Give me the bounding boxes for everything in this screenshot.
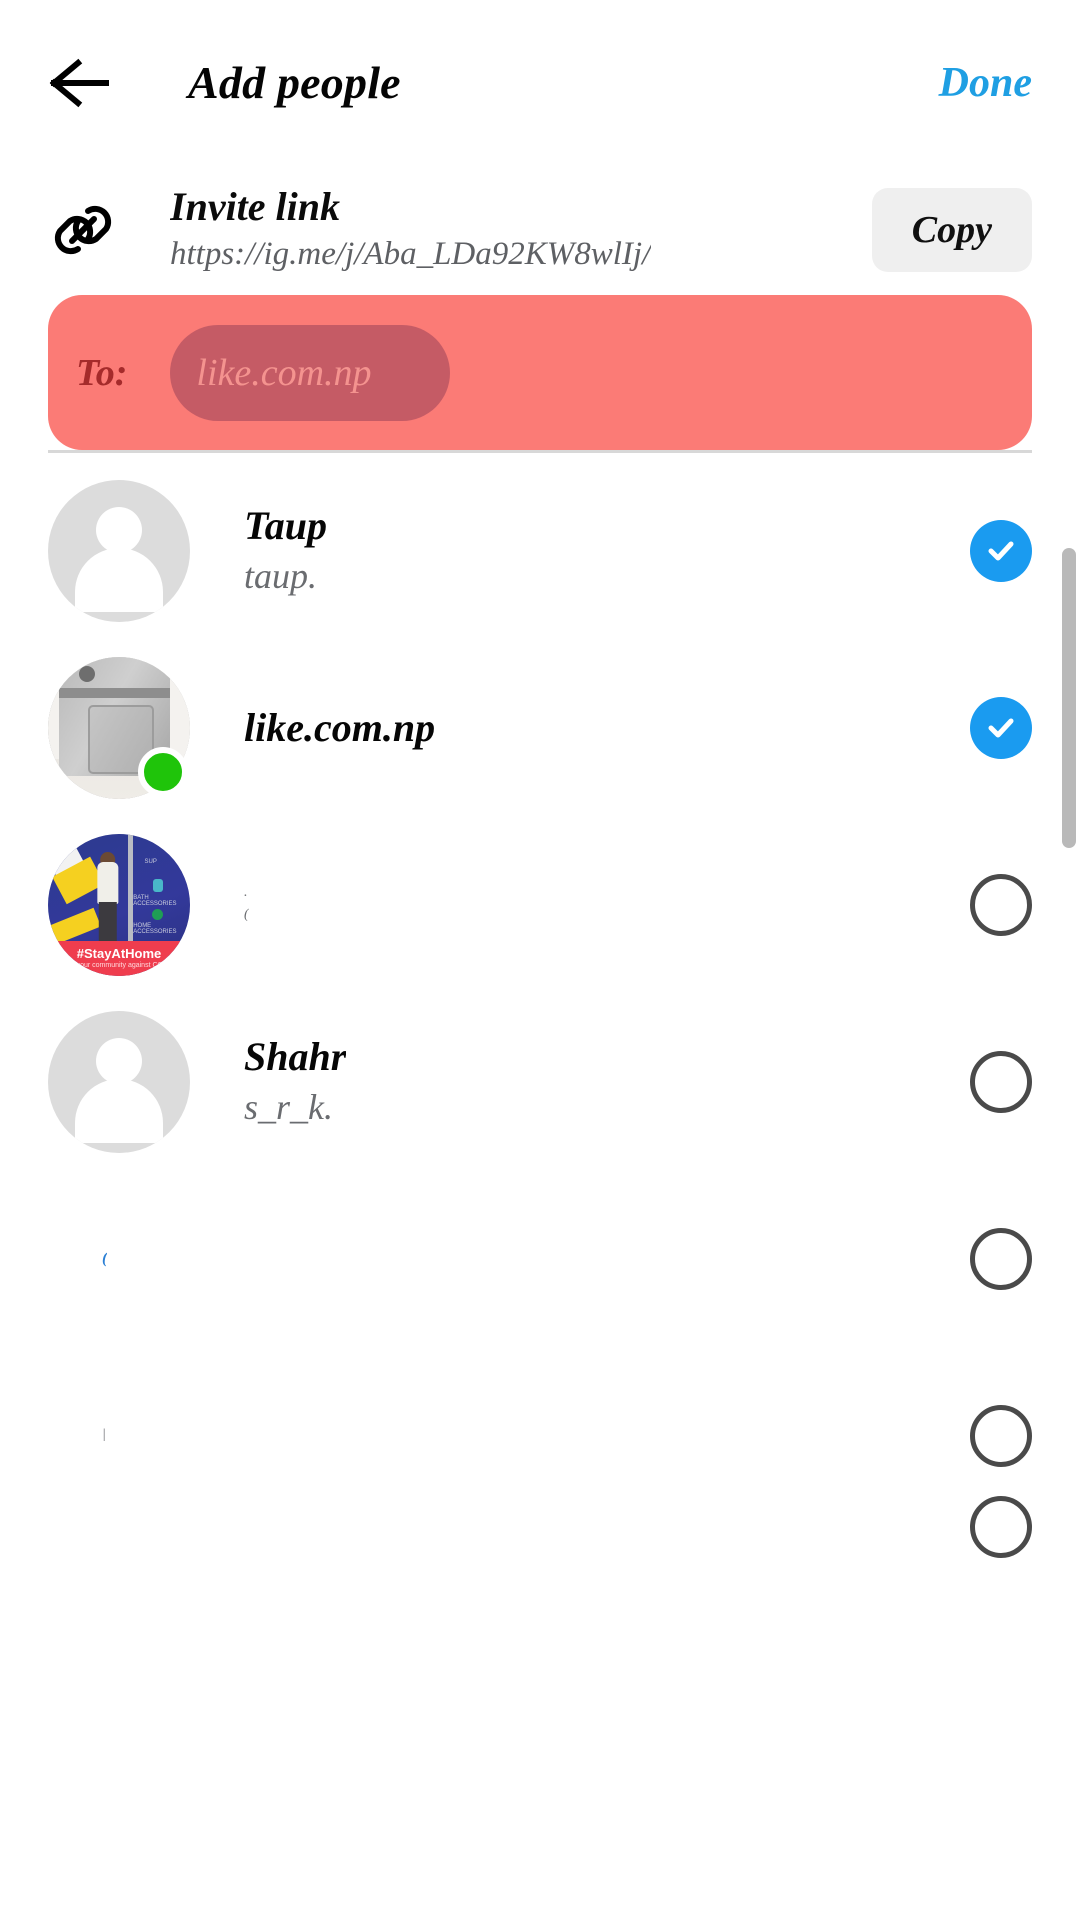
table-row[interactable]: SUP BATH ACCESSORIES HOME ACCESSORIES #S… [0,816,1080,993]
check-icon [983,710,1019,746]
avatar: SUP BATH ACCESSORIES HOME ACCESSORIES #S… [48,833,190,976]
select-toggle-selected[interactable] [970,696,1032,759]
circle-outline-icon[interactable] [970,1404,1032,1467]
avatar-placeholder-icon [48,479,190,622]
avatar [48,1010,190,1153]
scrollbar[interactable] [1062,548,1076,848]
done-button[interactable]: Done [939,59,1032,107]
invite-link-url: https://ig.me/j/Aba_LDa92KW8wlIj/ [170,235,652,272]
invite-text-block: Invite link https://ig.me/j/Aba_LDa92KW8… [170,185,651,275]
people-list: Taup taup. like.com.np SUP BATH ACCESSOR… [0,462,1080,1558]
link-icon [48,195,118,265]
field-divider [48,450,1032,453]
person-username: s_r_k. [244,1087,333,1127]
recipient-chip-label: like.com.np [196,351,372,394]
table-row[interactable]: ( [0,1170,1080,1347]
arrow-left-icon [48,58,122,108]
avatar-banner-subtitle: protect your community against COVID-19 [53,961,185,969]
table-row[interactable]: like.com.np [0,639,1080,816]
person-name: ( [102,1249,108,1267]
back-button[interactable] [48,46,122,120]
select-toggle-selected[interactable] [970,519,1032,582]
page-title: Add people [188,57,401,108]
person-username: taup. [244,556,318,596]
person-username: ( [244,907,249,923]
avatar-label-sup: SUP [144,859,157,866]
person-text-block: Shahr s_r_k. [244,1033,346,1130]
person-text-block: . ( [244,885,249,923]
avatar-photo-profile: SUP BATH ACCESSORIES HOME ACCESSORIES #S… [48,833,190,976]
circle-outline-icon[interactable] [970,1050,1032,1113]
online-status-indicator [138,746,188,797]
table-row[interactable]: Shahr s_r_k. [0,993,1080,1170]
avatar-label-bath: BATH ACCESSORIES [133,894,177,907]
person-text-block: Taup taup. [244,502,327,599]
person-name: Taup [244,503,328,548]
avatar-banner: #StayAtHome protect your community again… [48,941,190,976]
person-text-block: | [102,1427,106,1444]
recipient-chip[interactable]: like.com.np [170,324,451,421]
avatar [48,479,190,622]
circle-outline-icon[interactable] [970,873,1032,936]
table-row[interactable]: Taup taup. [0,462,1080,639]
person-text-block: like.com.np [244,704,435,752]
avatar [48,656,190,799]
to-field-container: To: like.com.np [0,295,1080,453]
avatar-label-home: HOME ACCESSORIES [133,922,177,935]
circle-outline-icon-partial[interactable] [970,1496,1032,1558]
avatar-banner-title: #StayAtHome [76,945,162,961]
table-row[interactable]: | [0,1347,1080,1558]
person-name: | [102,1427,106,1443]
person-text-block: ( [102,1249,107,1268]
avatar-placeholder-icon [48,1010,190,1153]
app-header: Add people Done [0,0,1080,165]
circle-outline-icon[interactable] [970,1227,1032,1290]
copy-button[interactable]: Copy [871,188,1032,272]
to-label: To: [76,351,128,394]
invite-link-row[interactable]: Invite link https://ig.me/j/Aba_LDa92KW8… [0,165,1080,295]
person-name: . [244,885,248,901]
invite-link-title: Invite link [170,184,341,229]
person-name: Shahr [244,1034,347,1079]
person-name: like.com.np [244,704,436,750]
recipient-input-field[interactable]: To: like.com.np [48,295,1032,453]
check-icon [983,533,1019,569]
